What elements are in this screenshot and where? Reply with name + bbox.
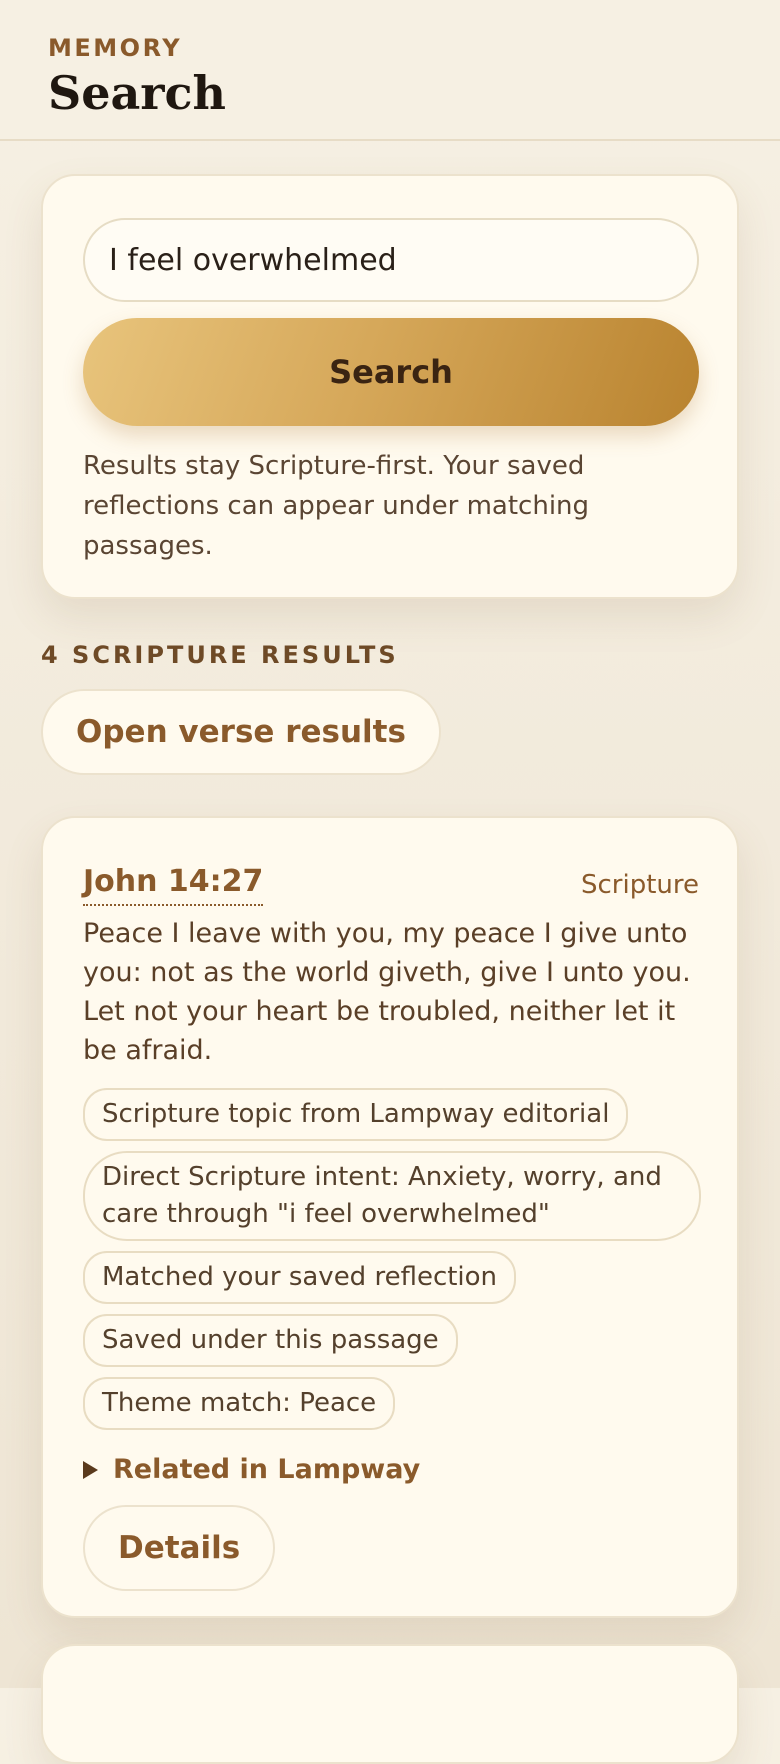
- match-tag: Scripture topic from Lampway editorial: [83, 1088, 629, 1141]
- search-input[interactable]: [83, 218, 699, 302]
- page-title: Search: [48, 66, 226, 120]
- result-card: John 14:27 Scripture Peace I leave with …: [41, 816, 739, 1618]
- match-tag: Theme match: Peace: [83, 1377, 396, 1430]
- source-label: Scripture: [580, 870, 699, 900]
- section-eyebrow: MEMORY: [48, 34, 183, 62]
- match-tag: Matched your saved reflection: [83, 1251, 517, 1304]
- result-header: John 14:27 Scripture: [83, 864, 699, 906]
- disclosure-triangle-icon: [83, 1460, 98, 1479]
- verse-text: Peace I leave with you, my peace I give …: [83, 918, 691, 1066]
- next-result-card: [41, 1644, 739, 1764]
- related-disclosure[interactable]: Related in Lampway: [83, 1454, 697, 1485]
- search-button[interactable]: Search: [83, 318, 699, 426]
- results-count: 4 SCRIPTURE RESULTS: [41, 641, 399, 669]
- match-tag: Direct Scripture intent: Anxiety, worry,…: [83, 1151, 701, 1241]
- details-button[interactable]: Details: [83, 1505, 276, 1591]
- match-tags: Scripture topic from Lampway editorial D…: [83, 1088, 701, 1440]
- related-label: Related in Lampway: [113, 1454, 421, 1485]
- verse-reference-link[interactable]: John 14:27: [83, 864, 264, 906]
- search-card: Search Results stay Scripture-first. You…: [41, 174, 739, 599]
- search-helper-text: Results stay Scripture-first. Your saved…: [83, 451, 590, 561]
- page-header: MEMORY Search: [0, 0, 780, 141]
- match-tag: Saved under this passage: [83, 1314, 458, 1367]
- open-verse-results-button[interactable]: Open verse results: [41, 689, 441, 775]
